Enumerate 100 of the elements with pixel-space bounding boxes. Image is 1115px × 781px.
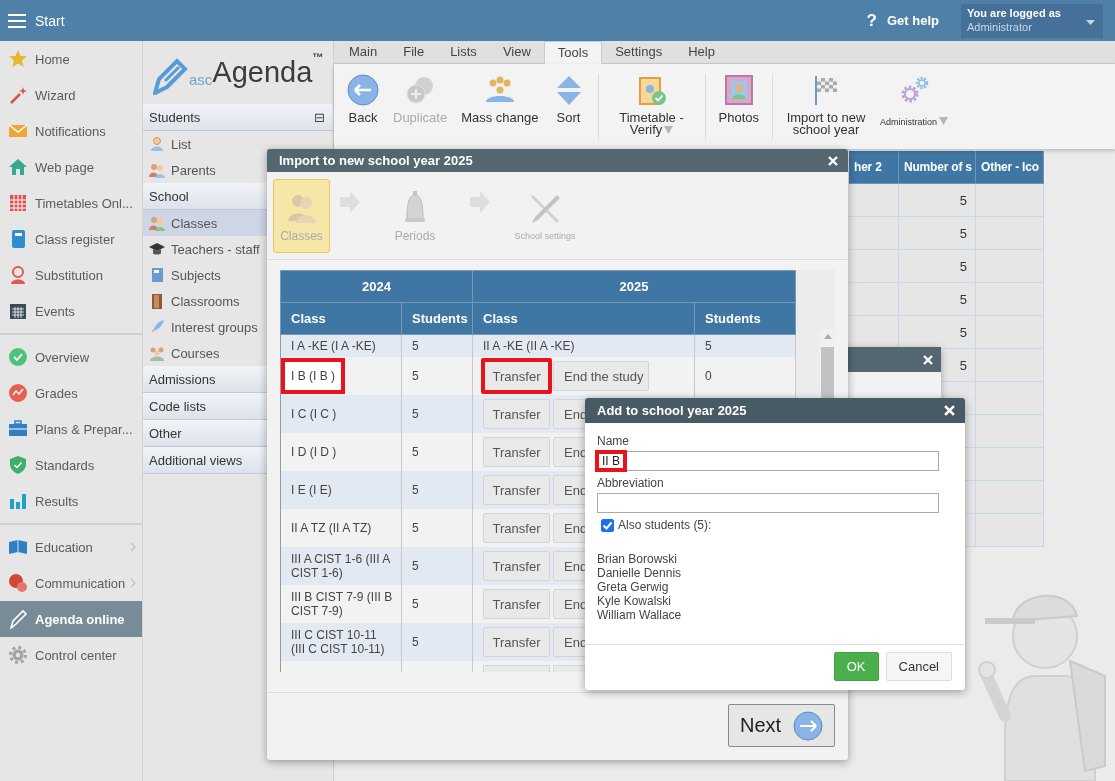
- ribbon-tab[interactable]: View: [489, 41, 544, 63]
- nav-item[interactable]: Substitution: [0, 257, 142, 293]
- chart-circle-icon: [8, 383, 28, 403]
- table-cell: II A TZ (II A TZ): [291, 521, 372, 535]
- toolbar-button[interactable]: Back: [340, 74, 386, 140]
- calendar-grid-icon: [8, 193, 28, 213]
- briefcase-icon: [8, 419, 28, 439]
- column-header[interactable]: her 2: [849, 151, 899, 184]
- ribbon-tab[interactable]: Main: [336, 41, 391, 63]
- ribbon-tab[interactable]: Help: [675, 41, 728, 63]
- shield-icon: [8, 455, 28, 475]
- nav-item[interactable]: Control center: [0, 637, 142, 673]
- input-field[interactable]: II B: [597, 451, 939, 471]
- column-header: Class: [472, 302, 695, 335]
- input-field[interactable]: [597, 493, 939, 513]
- close-icon[interactable]: [828, 155, 838, 166]
- student-name: Danielle Dennis: [597, 566, 683, 580]
- table-cell: [976, 217, 1044, 250]
- start-label[interactable]: Start: [35, 12, 65, 29]
- table-cell: [976, 481, 1044, 514]
- table-cell: III B CIST 7-9 (III B CIST 7-9): [291, 590, 393, 618]
- table-cell: 5: [412, 483, 419, 497]
- transfer-button[interactable]: Transfer: [483, 551, 550, 581]
- help-link[interactable]: Get help: [887, 13, 939, 28]
- year-header: 2024: [280, 270, 473, 303]
- nav-item[interactable]: Web page: [0, 149, 142, 185]
- nav-item[interactable]: Class register: [0, 221, 142, 257]
- ribbon-tab[interactable]: Settings: [602, 41, 676, 63]
- section-header[interactable]: Students: [149, 109, 201, 125]
- nav-item[interactable]: Standards: [0, 447, 142, 483]
- table-cell: 5: [412, 597, 419, 611]
- nav-item[interactable]: Communication: [0, 565, 142, 601]
- group-icon: [149, 345, 165, 361]
- cancel-button[interactable]: Cancel: [885, 652, 952, 681]
- table-cell: 5: [705, 339, 712, 353]
- transfer-button[interactable]: Transfer: [483, 627, 550, 657]
- graduation-cap-icon: [149, 241, 165, 257]
- toolbar-button[interactable]: Administration: [873, 74, 956, 140]
- nav-item[interactable]: Notifications: [0, 113, 142, 149]
- section-header[interactable]: Other: [149, 425, 182, 441]
- table-cell: 5: [412, 339, 419, 353]
- help-icon[interactable]: ?: [866, 10, 877, 31]
- toolbar-button[interactable]: Sort: [545, 74, 592, 140]
- table-cell: 5: [412, 635, 419, 649]
- nav-item[interactable]: Home: [0, 41, 142, 77]
- door-icon: [149, 293, 165, 309]
- transfer-button[interactable]: Transfer: [483, 475, 550, 505]
- close-icon[interactable]: [944, 405, 955, 416]
- section-header[interactable]: School: [149, 188, 189, 204]
- check-circle-icon: [8, 347, 28, 367]
- checkbox[interactable]: [601, 518, 614, 532]
- collapse-button[interactable]: ⊟: [314, 110, 325, 124]
- nav-item[interactable]: Wizard: [0, 77, 142, 113]
- table-cell: [976, 448, 1044, 481]
- back-icon: [347, 74, 379, 106]
- transfer-button[interactable]: Transfer: [481, 358, 552, 394]
- nav-item[interactable]: Education: [0, 529, 142, 565]
- toolbar-button[interactable]: Import to new school year: [779, 74, 873, 140]
- nav-item[interactable]: Grades: [0, 375, 142, 411]
- nav-item[interactable]: Timetables Onl...: [0, 185, 142, 221]
- notebook-icon: [149, 267, 165, 283]
- ribbon-tab[interactable]: Lists: [437, 41, 490, 63]
- logo-prefix: asc: [189, 71, 213, 88]
- person-icon: [149, 136, 165, 152]
- toolbar-button[interactable]: Timetable - Verify: [604, 74, 699, 140]
- column-header[interactable]: Other - Ico: [976, 151, 1044, 184]
- section-header[interactable]: Code lists: [149, 398, 207, 414]
- bar-chart-icon: [8, 491, 28, 511]
- student-name: Greta Gerwig: [597, 580, 670, 594]
- nav-item[interactable]: Plans & Prepar...: [0, 411, 142, 447]
- transfer-button[interactable]: Transfer: [483, 399, 550, 429]
- transfer-button[interactable]: Transfer: [483, 437, 550, 467]
- nav-item[interactable]: Events: [0, 293, 142, 329]
- table-cell: 5: [412, 407, 419, 421]
- transfer-button[interactable]: Transfer: [483, 589, 550, 619]
- ribbon-tab[interactable]: File: [390, 41, 438, 63]
- table-cell: 5: [412, 369, 419, 383]
- ribbon-tab[interactable]: Tools: [543, 41, 603, 64]
- table-cell-text: III A CIST 1-6 (III A CIST 1-6): [291, 552, 391, 580]
- house-icon: [8, 157, 28, 177]
- close-icon[interactable]: [923, 354, 933, 365]
- menu-icon[interactable]: [8, 13, 26, 28]
- table-cell: 5: [412, 559, 419, 573]
- toolbar-button[interactable]: Photos: [711, 74, 766, 140]
- table-cell: [976, 514, 1044, 547]
- transfer-button[interactable]: Transfer: [483, 513, 550, 543]
- user-menu[interactable]: You are logged as Administrator: [961, 3, 1103, 38]
- logo-text: Agenda: [212, 56, 313, 89]
- nav-item[interactable]: Agenda online: [0, 601, 142, 637]
- section-header[interactable]: Additional views: [149, 452, 243, 468]
- table-cell: II A -KE (II A -KE): [483, 339, 575, 353]
- rocket-icon: [149, 319, 165, 335]
- column-header[interactable]: Number of s: [899, 151, 976, 184]
- next-button[interactable]: Next: [728, 704, 835, 747]
- section-header[interactable]: Admissions: [149, 371, 216, 387]
- people-icon: [149, 215, 165, 231]
- nav-item[interactable]: Overview: [0, 339, 142, 375]
- end-study-button[interactable]: End the study: [553, 361, 649, 391]
- toolbar-button[interactable]: Mass change: [454, 74, 546, 140]
- nav-item[interactable]: Results: [0, 483, 142, 519]
